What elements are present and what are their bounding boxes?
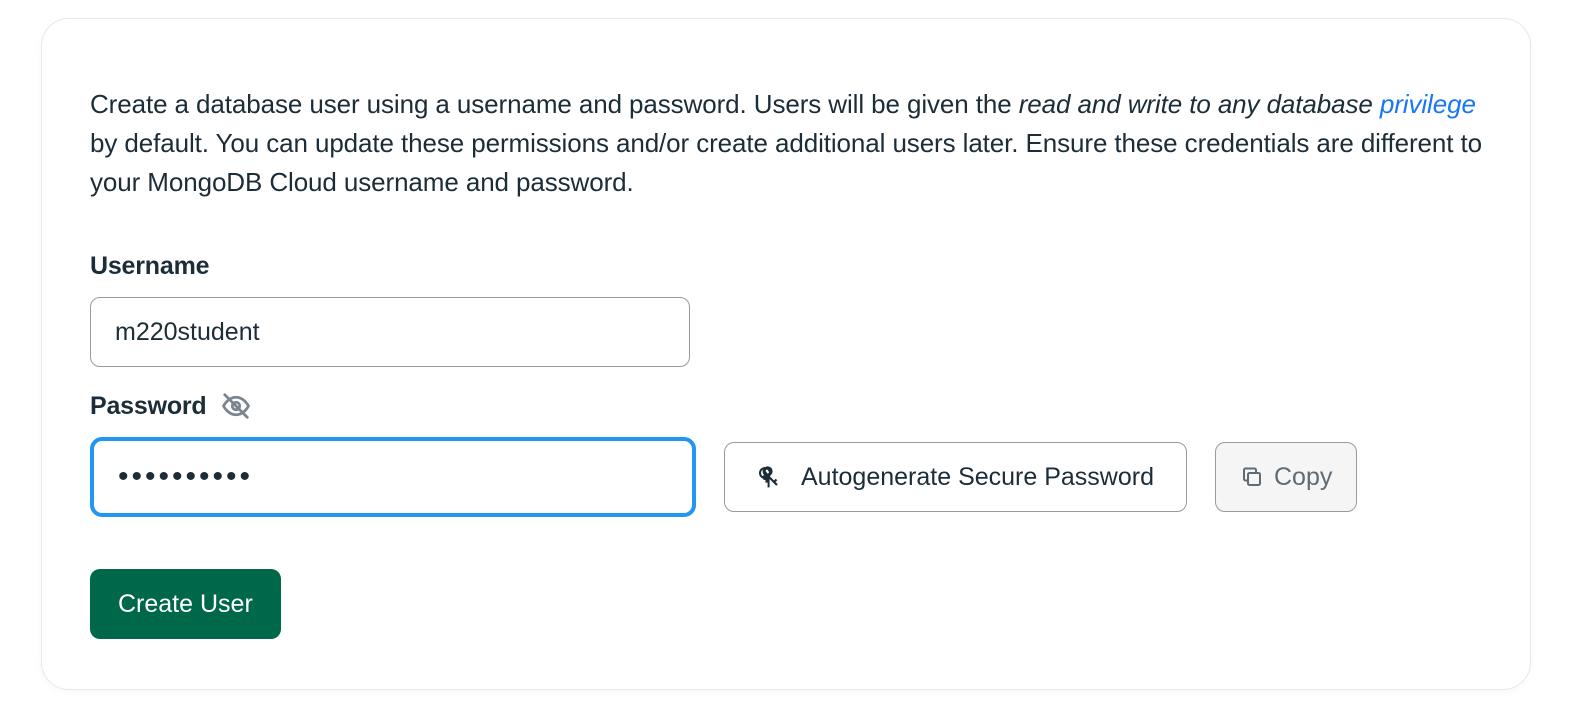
description-part2: by default. You can update these permiss… xyxy=(90,128,1482,197)
username-label: Username xyxy=(90,252,209,281)
copy-label: Copy xyxy=(1274,463,1332,492)
username-input[interactable] xyxy=(90,297,690,367)
password-label: Password xyxy=(90,392,207,421)
password-field-group: Password xyxy=(90,391,1482,517)
password-input[interactable] xyxy=(90,437,696,517)
description-text: Create a database user using a username … xyxy=(90,85,1482,202)
description-privilege-name: read and write to any database xyxy=(1019,89,1373,119)
privilege-link[interactable]: privilege xyxy=(1380,89,1476,119)
autogenerate-label: Autogenerate Secure Password xyxy=(801,463,1154,492)
copy-button[interactable]: Copy xyxy=(1215,442,1357,512)
username-field-group: Username xyxy=(90,252,1482,367)
create-user-panel: Create a database user using a username … xyxy=(41,18,1531,690)
key-icon xyxy=(757,465,781,489)
description-part1: Create a database user using a username … xyxy=(90,89,1019,119)
eye-off-icon[interactable] xyxy=(221,391,251,421)
autogenerate-password-button[interactable]: Autogenerate Secure Password xyxy=(724,442,1187,512)
copy-icon xyxy=(1240,465,1264,489)
create-user-button[interactable]: Create User xyxy=(90,569,281,639)
